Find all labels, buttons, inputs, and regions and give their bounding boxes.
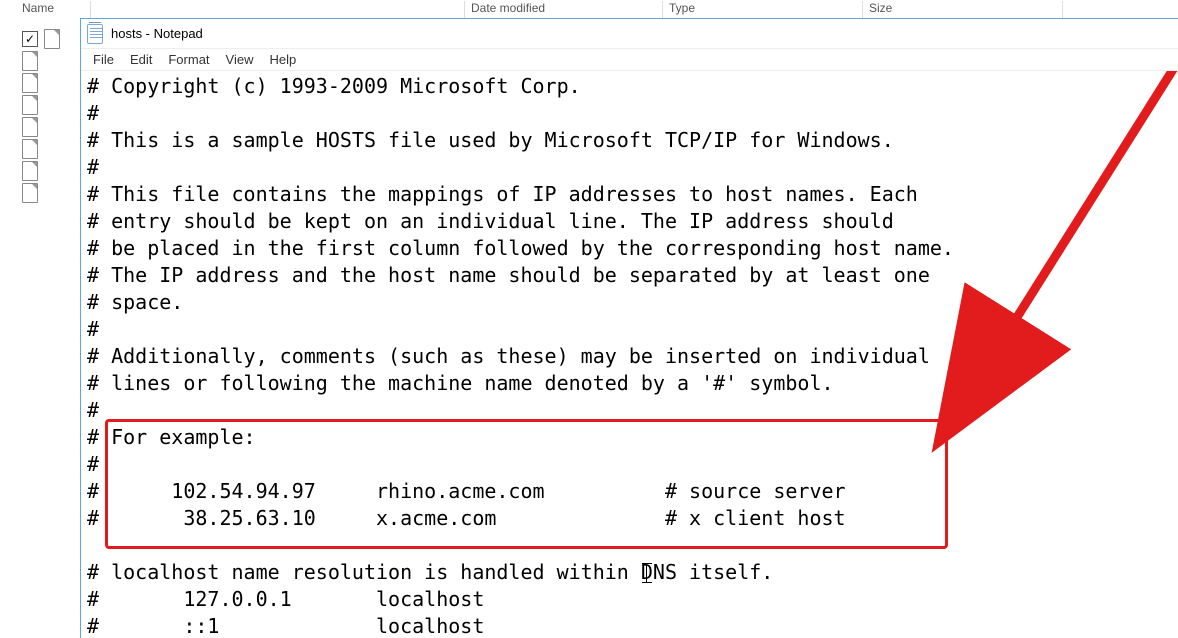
file-row[interactable] <box>0 50 78 72</box>
notepad-window: hosts - Notepad File Edit Format View He… <box>80 18 1178 638</box>
window-titlebar[interactable]: hosts - Notepad <box>81 19 1178 49</box>
menu-help[interactable]: Help <box>261 50 304 69</box>
file-row[interactable] <box>0 116 78 138</box>
file-row[interactable] <box>0 138 78 160</box>
file-icon <box>22 183 38 203</box>
text-editor-area[interactable]: # Copyright (c) 1993-2009 Microsoft Corp… <box>81 71 1178 638</box>
explorer-column-headers: Name Date modified Type Size <box>0 0 1178 20</box>
file-icon <box>22 95 38 115</box>
file-icon <box>22 73 38 93</box>
file-row[interactable]: ✓ <box>0 28 78 50</box>
menu-view[interactable]: View <box>218 50 262 69</box>
file-row[interactable] <box>0 160 78 182</box>
menu-file[interactable]: File <box>85 50 122 69</box>
file-icon <box>22 161 38 181</box>
column-header-type[interactable]: Type <box>663 1 863 19</box>
file-icon <box>22 117 38 137</box>
file-icon <box>44 29 60 49</box>
menu-edit[interactable]: Edit <box>122 50 160 69</box>
window-title: hosts - Notepad <box>111 26 203 41</box>
file-row[interactable] <box>0 182 78 204</box>
explorer-file-strip: ✓ <box>0 28 78 204</box>
file-icon <box>22 51 38 71</box>
menu-format[interactable]: Format <box>160 50 217 69</box>
editor-content[interactable]: # Copyright (c) 1993-2009 Microsoft Corp… <box>81 71 1178 638</box>
file-icon <box>22 139 38 159</box>
column-header-size[interactable]: Size <box>863 1 1063 19</box>
column-header-name[interactable]: Name <box>16 1 91 19</box>
checkbox-icon[interactable]: ✓ <box>22 31 38 47</box>
menubar: File Edit Format View Help <box>81 49 1178 71</box>
file-row[interactable] <box>0 72 78 94</box>
notepad-icon <box>87 23 105 45</box>
column-header-date[interactable]: Date modified <box>465 1 663 19</box>
file-row[interactable] <box>0 94 78 116</box>
